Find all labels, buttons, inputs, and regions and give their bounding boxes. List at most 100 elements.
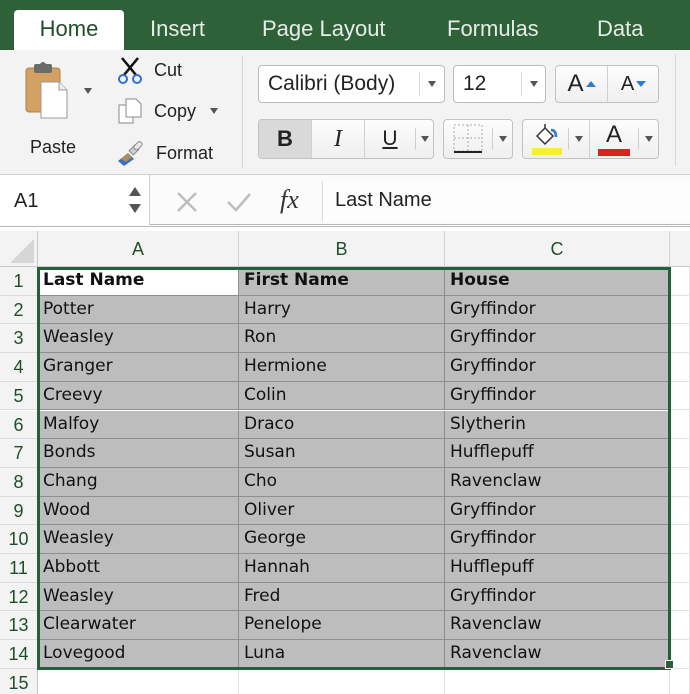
cell-c12[interactable]: Gryffindor: [445, 582, 670, 612]
row-header-12[interactable]: 12: [0, 582, 38, 612]
copy-dropdown[interactable]: [210, 108, 219, 114]
underline-button[interactable]: U: [365, 120, 415, 158]
fill-color-button[interactable]: [523, 120, 568, 158]
column-header-a[interactable]: A: [38, 231, 239, 267]
borders-dropdown[interactable]: [493, 120, 513, 158]
cancel-x-icon[interactable]: [174, 189, 200, 215]
cell-a2[interactable]: Potter: [38, 295, 239, 325]
cell-c4[interactable]: Gryffindor: [445, 353, 670, 382]
cell-b15[interactable]: [239, 668, 445, 694]
borders-button[interactable]: [444, 120, 492, 158]
row-header-5[interactable]: 5: [0, 381, 38, 411]
font-size-select[interactable]: 12: [453, 65, 546, 103]
cell-d3[interactable]: [670, 324, 690, 354]
row-header-7[interactable]: 7: [0, 439, 38, 468]
cell-b13[interactable]: Penelope: [239, 611, 445, 641]
cell-d5[interactable]: [670, 381, 690, 411]
cell-b2[interactable]: Harry: [239, 295, 445, 325]
tab-insert[interactable]: Insert: [138, 10, 217, 50]
cell-b14[interactable]: Luna: [239, 640, 445, 669]
cell-a3[interactable]: Weasley: [38, 324, 239, 354]
cell-c10[interactable]: Gryffindor: [445, 525, 670, 554]
cell-b4[interactable]: Hermione: [239, 353, 445, 382]
cell-a12[interactable]: Weasley: [38, 582, 239, 612]
cell-a14[interactable]: Lovegood: [38, 640, 239, 669]
cell-a6[interactable]: Malfoy: [38, 410, 239, 440]
cell-d2[interactable]: [670, 295, 690, 325]
cell-d6[interactable]: [670, 410, 690, 440]
row-header-15[interactable]: 15: [0, 668, 38, 694]
cut-button[interactable]: Cut: [116, 55, 182, 85]
cell-b5[interactable]: Colin: [239, 381, 445, 411]
row-header-4[interactable]: 4: [0, 353, 38, 382]
cell-c6[interactable]: Slytherin: [445, 410, 670, 440]
cell-c7[interactable]: Hufflepuff: [445, 439, 670, 468]
cell-a5[interactable]: Creevy: [38, 381, 239, 411]
cell-c8[interactable]: Ravenclaw: [445, 467, 670, 497]
paste-button[interactable]: Paste: [20, 60, 92, 160]
row-header-2[interactable]: 2: [0, 295, 38, 325]
column-header-b[interactable]: B: [239, 231, 445, 267]
cell-c2[interactable]: Gryffindor: [445, 295, 670, 325]
column-header-d[interactable]: [670, 231, 690, 267]
cell-b3[interactable]: Ron: [239, 324, 445, 354]
cell-a8[interactable]: Chang: [38, 467, 239, 497]
row-header-9[interactable]: 9: [0, 496, 38, 526]
copy-button[interactable]: Copy: [116, 96, 219, 126]
paste-options-dropdown[interactable]: [84, 88, 92, 94]
row-header-14[interactable]: 14: [0, 640, 38, 669]
cell-a9[interactable]: Wood: [38, 496, 239, 526]
row-header-11[interactable]: 11: [0, 554, 38, 583]
row-header-8[interactable]: 8: [0, 467, 38, 497]
cell-a15[interactable]: [38, 668, 239, 694]
font-family-select[interactable]: Calibri (Body): [258, 65, 445, 103]
cell-a1[interactable]: Last Name: [38, 267, 239, 296]
cell-a7[interactable]: Bonds: [38, 439, 239, 468]
row-header-13[interactable]: 13: [0, 611, 38, 641]
cell-b1[interactable]: First Name: [239, 267, 445, 296]
cell-c13[interactable]: Ravenclaw: [445, 611, 670, 641]
fill-handle[interactable]: [665, 660, 674, 669]
cell-d11[interactable]: [670, 554, 690, 583]
cell-b11[interactable]: Hannah: [239, 554, 445, 583]
row-header-6[interactable]: 6: [0, 410, 38, 440]
cell-b10[interactable]: George: [239, 525, 445, 554]
cell-c14[interactable]: Ravenclaw: [445, 640, 670, 669]
bold-button[interactable]: B: [259, 120, 311, 158]
cell-d9[interactable]: [670, 496, 690, 526]
cell-c5[interactable]: Gryffindor: [445, 381, 670, 411]
increase-font-size-button[interactable]: A: [556, 66, 607, 102]
cell-d1[interactable]: [670, 267, 690, 296]
name-box-stepper-icon[interactable]: [128, 185, 142, 215]
cell-b12[interactable]: Fred: [239, 582, 445, 612]
cell-b8[interactable]: Cho: [239, 467, 445, 497]
cell-b7[interactable]: Susan: [239, 439, 445, 468]
cell-c3[interactable]: Gryffindor: [445, 324, 670, 354]
name-box[interactable]: A1: [0, 175, 150, 225]
tab-page-layout[interactable]: Page Layout: [250, 10, 398, 50]
cell-b6[interactable]: Draco: [239, 410, 445, 440]
cell-c11[interactable]: Hufflepuff: [445, 554, 670, 583]
column-header-c[interactable]: C: [445, 231, 670, 267]
enter-check-icon[interactable]: [225, 189, 253, 215]
insert-function-icon[interactable]: fx: [280, 185, 299, 215]
cell-a11[interactable]: Abbott: [38, 554, 239, 583]
font-color-button[interactable]: A: [590, 120, 638, 158]
cell-a13[interactable]: Clearwater: [38, 611, 239, 641]
underline-dropdown[interactable]: [416, 120, 434, 158]
cell-d7[interactable]: [670, 439, 690, 468]
cell-d8[interactable]: [670, 467, 690, 497]
cell-b9[interactable]: Oliver: [239, 496, 445, 526]
cell-c1[interactable]: House: [445, 267, 670, 296]
cell-a10[interactable]: Weasley: [38, 525, 239, 554]
font-color-dropdown[interactable]: [639, 120, 659, 158]
cell-c9[interactable]: Gryffindor: [445, 496, 670, 526]
cell-d10[interactable]: [670, 525, 690, 554]
tab-formulas[interactable]: Formulas: [435, 10, 551, 50]
cell-d15[interactable]: [670, 668, 690, 694]
cell-d12[interactable]: [670, 582, 690, 612]
formula-input[interactable]: Last Name: [322, 181, 690, 221]
row-header-3[interactable]: 3: [0, 324, 38, 354]
tab-data[interactable]: Data: [585, 10, 655, 50]
decrease-font-size-button[interactable]: A: [608, 66, 659, 102]
